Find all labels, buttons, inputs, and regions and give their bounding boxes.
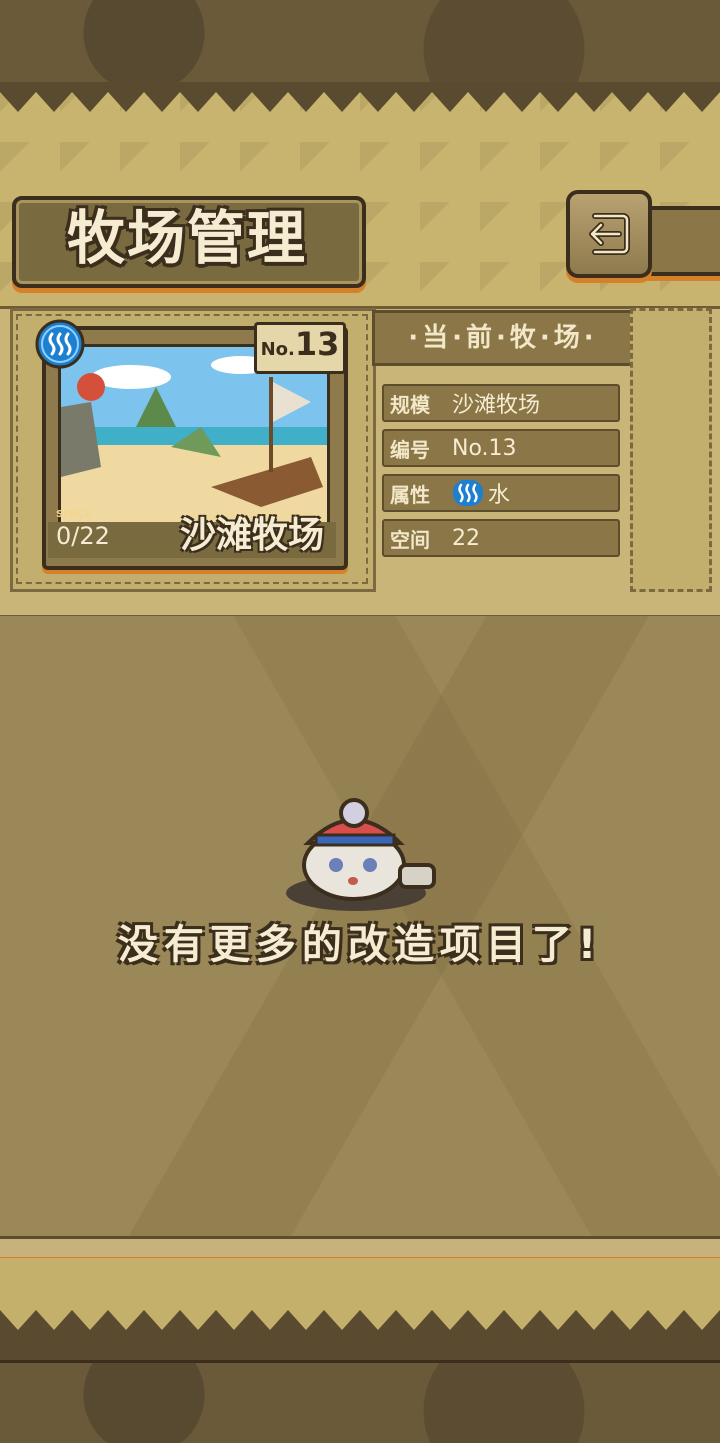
water-icon xyxy=(35,319,85,369)
bottom-border-band xyxy=(0,1360,720,1443)
mascot-character-icon xyxy=(286,798,436,911)
water-icon xyxy=(453,480,483,506)
info-value: 沙滩牧场 xyxy=(452,393,541,418)
info-label: 规模 xyxy=(390,392,430,417)
top-border-band xyxy=(0,0,720,85)
side-decoration-panel xyxy=(630,308,712,592)
zigzag-border-bottom xyxy=(0,1310,720,1360)
ranch-card-name: 沙滩牧场 xyxy=(180,515,325,556)
ranch-number-prefix: No. xyxy=(260,339,295,360)
info-row-scale: 规模 沙滩牧场 xyxy=(382,384,620,422)
empty-renovation-message: 没有更多的改造项目了! xyxy=(117,922,603,968)
info-label: 空间 xyxy=(390,527,430,552)
attribute-value: 水 xyxy=(488,483,511,508)
ranch-number-badge: No. 13 xyxy=(254,322,346,374)
space-label: SPACE xyxy=(56,509,92,520)
info-value: 22 xyxy=(452,525,480,551)
back-button[interactable] xyxy=(566,190,652,278)
back-arrow-icon xyxy=(589,213,630,255)
info-row-number: 编号 No.13 xyxy=(382,429,620,467)
zigzag-border-top xyxy=(0,82,720,112)
current-ranch-header: ·当·前·牧·场· xyxy=(372,310,634,366)
ranch-number: 13 xyxy=(294,325,340,363)
info-label: 编号 xyxy=(390,437,430,462)
space-value: 0/22 xyxy=(56,522,110,550)
info-value-attribute: 水 xyxy=(452,477,510,509)
info-row-space: 空间 22 xyxy=(382,519,620,557)
back-button-tab xyxy=(640,206,720,276)
info-value: No.13 xyxy=(452,435,517,461)
info-row-attribute: 属性 水 xyxy=(382,474,620,512)
page-title: 牧场管理 xyxy=(66,204,307,272)
info-label: 属性 xyxy=(390,482,430,507)
